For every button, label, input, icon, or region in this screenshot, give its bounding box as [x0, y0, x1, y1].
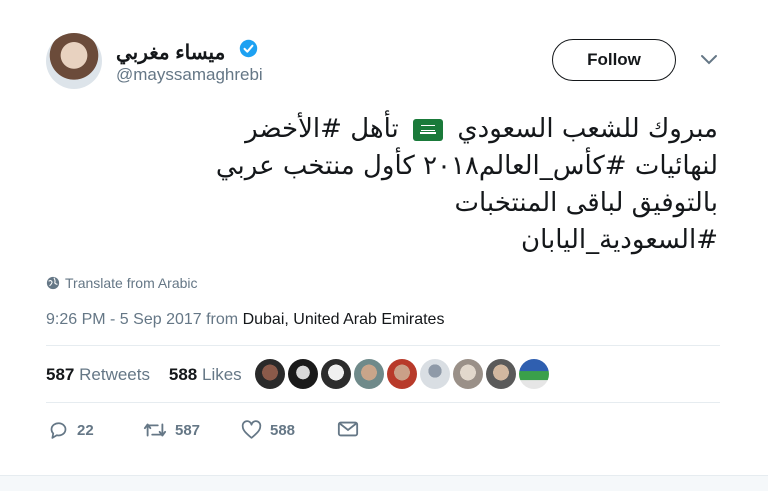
author-display-name[interactable]: ميساء مغربي: [116, 40, 225, 65]
liker-avatar[interactable]: [453, 359, 483, 389]
liker-avatar[interactable]: [420, 359, 450, 389]
liker-avatars: [255, 359, 549, 391]
tweet-time-date[interactable]: 9:26 PM - 5 Sep 2017 from: [46, 311, 238, 328]
retweets-stat[interactable]: 587 Retweets: [46, 365, 150, 384]
author-avatar[interactable]: [46, 33, 102, 89]
tweet-stats: 587 Retweets 588 Likes: [46, 365, 242, 385]
liker-avatar[interactable]: [486, 359, 516, 389]
envelope-icon: [337, 421, 359, 437]
tweet-line-1: مبروك للشعب السعودي تأهل #الأخضر: [100, 111, 718, 148]
divider: [46, 402, 720, 403]
likes-count: 588: [168, 365, 198, 384]
liker-avatar[interactable]: [387, 359, 417, 389]
retweet-button[interactable]: 587: [143, 420, 200, 440]
follow-button[interactable]: Follow: [552, 39, 676, 81]
heart-icon: [241, 420, 262, 439]
liker-avatar[interactable]: [354, 359, 384, 389]
author-handle[interactable]: @mayssamaghrebi: [116, 65, 263, 85]
page-footer-band: [0, 475, 768, 491]
reply-icon: [50, 422, 67, 439]
tweet-location[interactable]: Dubai, United Arab Emirates: [243, 311, 445, 328]
verified-badge-icon: [239, 39, 258, 58]
direct-message-button[interactable]: [337, 420, 359, 438]
liker-avatar[interactable]: [255, 359, 285, 389]
divider: [46, 345, 720, 346]
liker-avatar[interactable]: [321, 359, 351, 389]
chevron-down-icon[interactable]: [700, 54, 718, 66]
tweet-line-2[interactable]: لنهائيات #كأس_العالم٢٠١٨ كأول منتخب عربي: [100, 148, 718, 185]
like-button[interactable]: 588: [241, 420, 295, 440]
saudi-flag-icon: [413, 118, 444, 141]
likes-label: Likes: [202, 365, 242, 384]
tweet-actions: 22 587 588: [46, 420, 376, 442]
reply-count: 22: [77, 421, 94, 439]
globe-icon: [46, 276, 60, 290]
liker-avatar[interactable]: [288, 359, 318, 389]
liker-avatar[interactable]: [519, 359, 549, 389]
retweets-count: 587: [46, 365, 75, 384]
tweet-text: مبروك للشعب السعودي تأهل #الأخضر لنهائيا…: [100, 111, 718, 259]
retweet-icon: [143, 423, 167, 437]
tweet-line-3: بالتوفيق لباقى المنتخبات: [454, 188, 718, 218]
tweet-timestamp: 9:26 PM - 5 Sep 2017 from Dubai, United …: [46, 311, 444, 329]
tweet-line-1-end[interactable]: تأهل #الأخضر: [245, 114, 399, 144]
translate-link[interactable]: Translate from Arabic: [65, 275, 198, 291]
like-count: 588: [270, 421, 296, 439]
tweet-line-4[interactable]: #السعودية_اليابان: [100, 222, 718, 259]
reply-button[interactable]: 22: [48, 420, 94, 440]
tweet-line-1-start: مبروك للشعب السعودي: [457, 114, 718, 144]
likes-stat[interactable]: 588 Likes: [169, 365, 242, 384]
retweet-count: 587: [175, 421, 201, 439]
retweets-label: Retweets: [79, 365, 150, 384]
